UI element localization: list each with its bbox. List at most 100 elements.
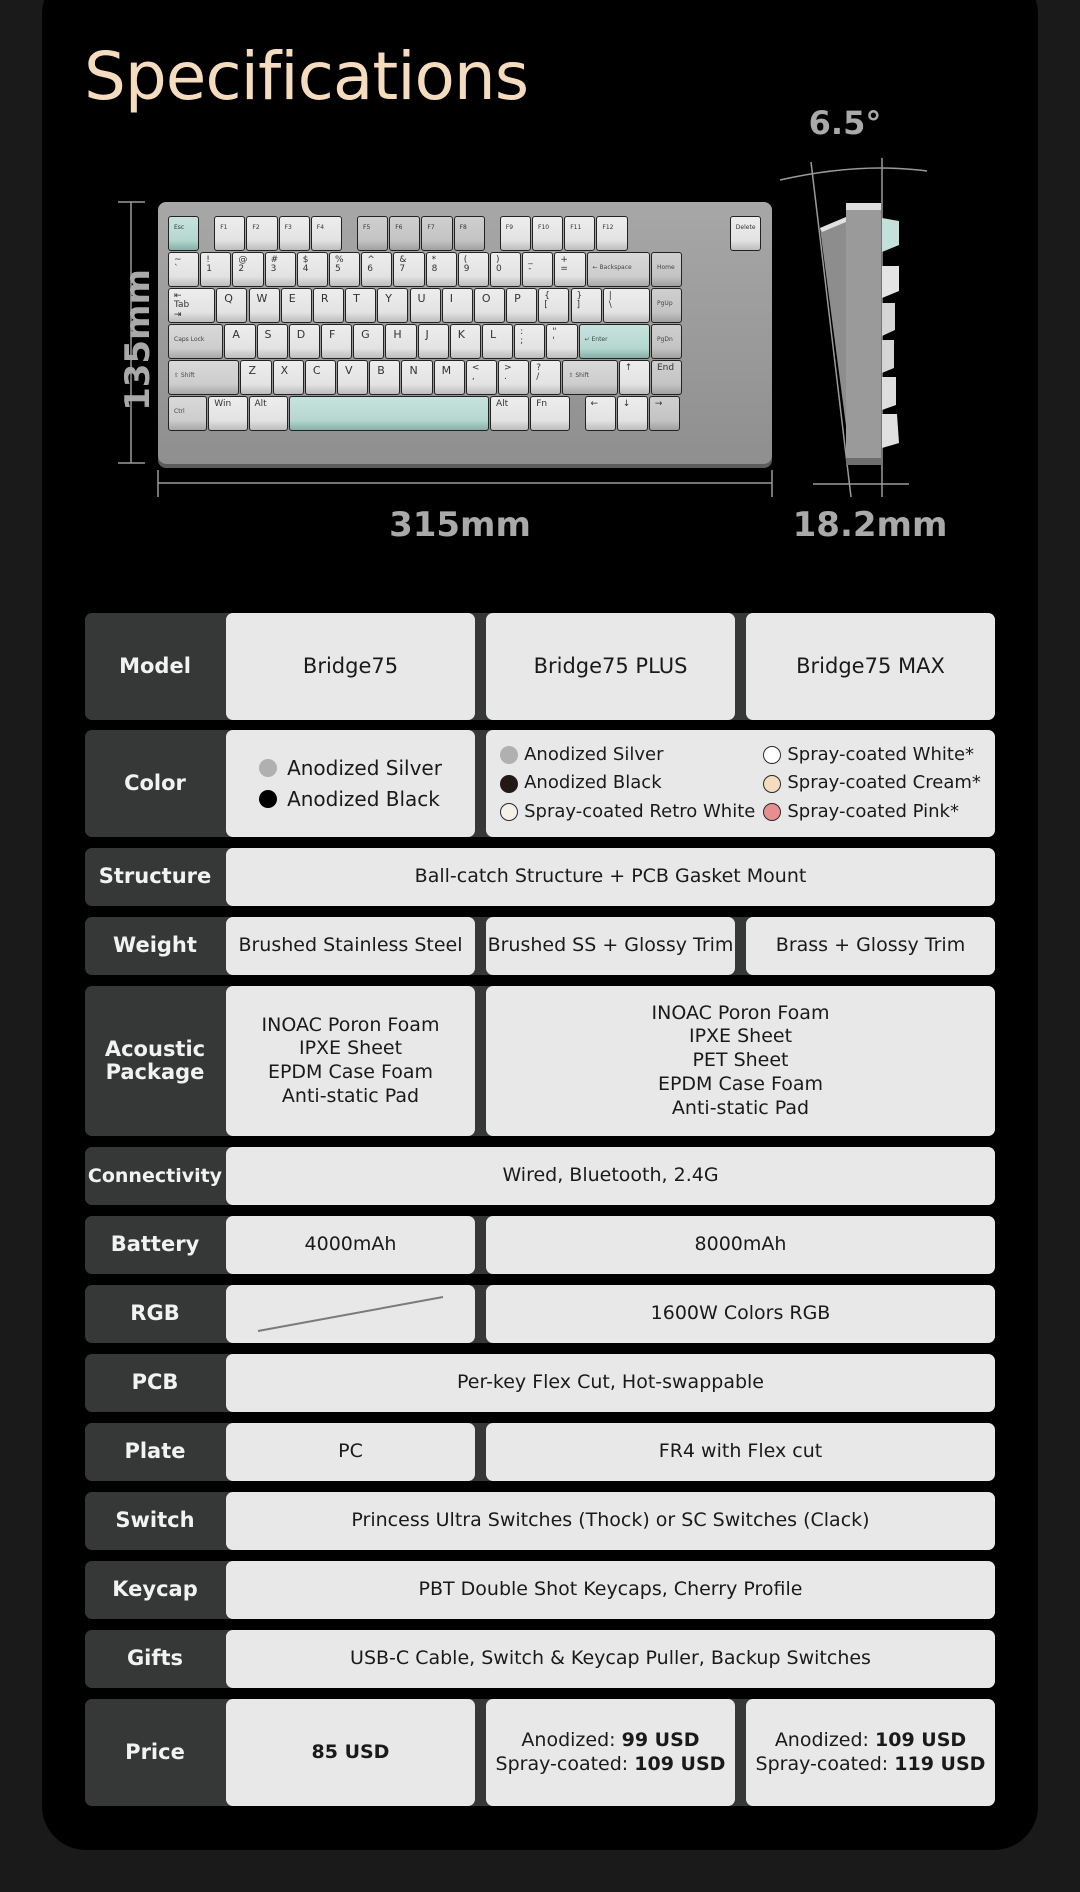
acoustic-plus-max: INOAC Poron Foam IPXE Sheet PET Sheet EP…: [486, 986, 995, 1136]
keycap: L: [481, 324, 514, 359]
acoustic-item: Anti-static Pad: [671, 1096, 810, 1119]
price-bridge75-max: Anodized: 109 USD Spray-coated: 119 USD: [746, 1699, 995, 1806]
keycap: End: [651, 360, 683, 395]
acoustic-item: INOAC Poron Foam: [261, 1013, 440, 1036]
plate-plus-max: FR4 with Flex cut: [486, 1423, 995, 1481]
keycap: S: [256, 324, 288, 359]
keycap: + =: [554, 252, 586, 287]
keycap: F3: [278, 216, 310, 251]
acoustic-item: IPXE Sheet: [298, 1037, 403, 1060]
keycap: O: [473, 288, 506, 323]
color-swatch-icon: [259, 790, 278, 808]
weight-bridge75: Brushed Stainless Steel: [226, 917, 475, 975]
strikethrough-line-icon: [257, 1296, 444, 1332]
model-bridge75: Bridge75: [226, 613, 475, 720]
keycap: * 8: [425, 252, 457, 287]
keycap: U: [409, 288, 441, 323]
pcb-value: Per-key Flex Cut, Hot-swappable: [226, 1354, 995, 1412]
spec-row-keycap: Keycap PBT Double Shot Keycaps, Cherry P…: [85, 1561, 995, 1619]
width-label: 315mm: [389, 505, 531, 545]
spec-row-color: Color Anodized Silver Anodized Black Ano…: [85, 730, 995, 837]
keycap: ^ 6: [361, 252, 393, 287]
keycap: ⇧ Shift: [168, 360, 240, 395]
color-option: Anodized Black: [500, 772, 755, 795]
keycap: →: [648, 396, 681, 431]
keycap: ~ `: [168, 252, 200, 287]
keycap: D: [288, 324, 320, 359]
price-label: Anodized:: [774, 1728, 869, 1751]
keycap: & 7: [393, 252, 425, 287]
spec-row-battery: Battery 4000mAh 8000mAh: [85, 1216, 995, 1274]
keycap: ← Backspace: [586, 252, 650, 287]
keycap: ⇤ Tab ⇥: [168, 288, 216, 323]
keycap-value: PBT Double Shot Keycaps, Cherry Profile: [226, 1561, 995, 1619]
row-label: RGB: [130, 1301, 180, 1326]
color-name: Spray-coated Cream*: [787, 772, 981, 794]
keycap: X: [272, 360, 304, 395]
keycap: PgDn: [651, 324, 683, 359]
keycap: { [: [538, 288, 570, 323]
price-line-anodized: Anodized: 109 USD: [775, 1729, 966, 1753]
color-name: Anodized Silver: [287, 755, 442, 780]
price-value: 85 USD: [311, 1740, 390, 1763]
color-option: Anodized Silver: [259, 756, 442, 781]
keycap: F5: [357, 216, 389, 251]
keycap: Delete: [729, 216, 761, 251]
price-label: Spray-coated:: [495, 1752, 629, 1775]
keycap: @ 2: [232, 252, 264, 287]
row-label: Acoustic Package: [104, 1036, 206, 1084]
keycap: C: [304, 360, 337, 395]
keycap: T: [345, 288, 377, 323]
row-label: Model: [119, 653, 191, 678]
price-bridge75: 85 USD: [226, 1699, 475, 1806]
keycap: E: [280, 288, 312, 323]
acoustic-item: EPDM Case Foam: [657, 1072, 824, 1095]
battery-bridge75: 4000mAh: [226, 1216, 475, 1274]
color-name: Spray-coated White*: [787, 743, 975, 765]
keycap: $ 4: [296, 252, 328, 287]
row-label: Connectivity: [87, 1164, 223, 1187]
color-name: Spray-coated Pink*: [787, 800, 959, 822]
color-option: Spray-coated Cream*: [763, 772, 981, 795]
acoustic-item: IPXE Sheet: [688, 1025, 793, 1048]
keycap: M: [433, 360, 465, 395]
keycap: ) 0: [490, 252, 522, 287]
keycap: Z: [240, 360, 272, 395]
keycap: % 5: [329, 252, 361, 287]
spec-row-weight: Weight Brushed Stainless Steel Brushed S…: [85, 917, 995, 975]
keycap: J: [417, 324, 449, 359]
color-swatch-icon: [500, 774, 519, 793]
keycap: ⇧ Shift: [562, 360, 618, 395]
keycap: K: [449, 324, 481, 359]
row-label: Battery: [110, 1232, 200, 1257]
rgb-bridge75-not-available: [226, 1285, 475, 1343]
keycap: Home: [651, 252, 683, 287]
keycap: Win: [208, 396, 248, 431]
color-name: Anodized Silver: [524, 743, 664, 765]
keycap: Alt: [490, 396, 530, 431]
keycap: PgUp: [651, 288, 683, 323]
keycap: ↓: [616, 396, 648, 431]
keycap: F4: [310, 216, 342, 251]
keycap: I: [441, 288, 473, 323]
depth-label: 18.2mm: [792, 505, 948, 545]
color-option: Spray-coated White*: [763, 744, 981, 767]
keycap: ↑: [618, 360, 650, 395]
color-option: Anodized Black: [259, 787, 440, 812]
keycap: F1: [214, 216, 246, 251]
color-option: Spray-coated Pink*: [763, 801, 981, 824]
keycap: ←: [584, 396, 616, 431]
weight-bridge75-plus: Brushed SS + Glossy Trim: [486, 917, 735, 975]
weight-bridge75-max: Brass + Glossy Trim: [746, 917, 995, 975]
plate-bridge75: PC: [226, 1423, 475, 1481]
keycap: Esc: [168, 216, 200, 251]
keycap: ↵ Enter: [578, 324, 650, 359]
keycap: F9: [499, 216, 531, 251]
angle-label: 6.5°: [808, 104, 882, 142]
row-label: PCB: [131, 1370, 179, 1395]
price-line-spray: Spray-coated: 119 USD: [756, 1753, 986, 1777]
keycap: [288, 396, 489, 431]
keycap: A: [224, 324, 256, 359]
keycap: # 3: [264, 252, 296, 287]
spec-row-connectivity: Connectivity Wired, Bluetooth, 2.4G: [85, 1147, 995, 1205]
